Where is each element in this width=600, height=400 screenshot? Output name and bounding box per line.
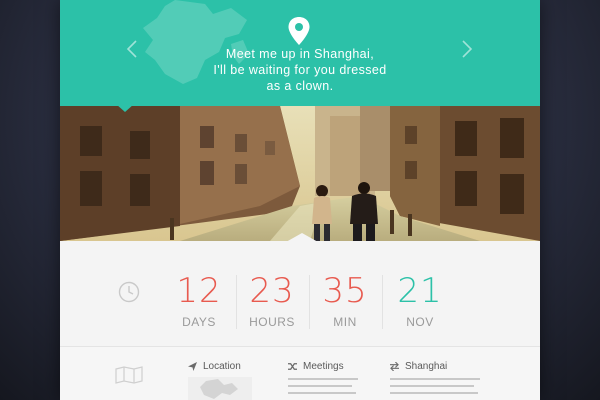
- shanghai-column: Shanghai: [390, 361, 485, 399]
- street-photo: [60, 106, 540, 241]
- meetings-heading: Meetings: [288, 361, 368, 372]
- countdown-days: 12 DAYS: [163, 271, 235, 329]
- exchange-icon: [390, 362, 399, 371]
- countdown-section: 12 DAYS 23 HOURS 35 MIN 21 NOV: [60, 241, 540, 346]
- countdown-minutes: 35 MIN: [309, 271, 381, 329]
- quote-line-1: Meet me up in Shanghai,: [225, 47, 375, 61]
- event-card: Meet me up in Shanghai, I'll be waiting …: [60, 0, 540, 400]
- meetings-title: Meetings: [303, 361, 344, 372]
- chevron-right-icon[interactable]: [460, 38, 474, 60]
- minutes-label: MIN: [333, 315, 357, 329]
- header-pointer: [116, 104, 134, 112]
- location-map-thumbnail[interactable]: [188, 377, 252, 400]
- location-heading: Location: [188, 361, 241, 372]
- days-label: DAYS: [182, 315, 216, 329]
- quote-line-3: as a clown.: [266, 79, 334, 93]
- countdown-date: 21 NOV: [384, 271, 456, 329]
- location-title: Location: [203, 361, 241, 372]
- quote-line-2: I'll be waiting for you dressed: [213, 63, 387, 77]
- quote-text: Meet me up in Shanghai, I'll be waiting …: [200, 46, 400, 94]
- meetings-text-placeholder: [288, 378, 368, 394]
- info-section: Location Meetings Shanghai: [60, 347, 540, 400]
- shanghai-text-placeholder: [390, 378, 485, 394]
- map-icon: [115, 366, 143, 384]
- chevron-left-icon[interactable]: [125, 38, 139, 60]
- minutes-value: 35: [322, 271, 368, 311]
- days-value: 12: [176, 271, 222, 311]
- meetings-column: Meetings: [288, 361, 368, 399]
- separator: [382, 275, 383, 329]
- street-scene-image: [60, 106, 540, 241]
- clock-icon: [118, 281, 140, 303]
- photo-pointer: [286, 233, 318, 242]
- location-column: Location: [188, 361, 241, 372]
- location-pin-icon: [288, 17, 310, 45]
- hours-label: HOURS: [249, 315, 295, 329]
- countdown-hours: 23 HOURS: [236, 271, 308, 329]
- shuffle-icon: [288, 363, 297, 370]
- date-value: 21: [397, 271, 443, 311]
- shanghai-title: Shanghai: [405, 361, 448, 372]
- shanghai-heading: Shanghai: [390, 361, 485, 372]
- month-label: NOV: [406, 315, 434, 329]
- location-arrow-icon: [188, 362, 197, 371]
- hours-value: 23: [249, 271, 295, 311]
- header-banner: Meet me up in Shanghai, I'll be waiting …: [60, 0, 540, 106]
